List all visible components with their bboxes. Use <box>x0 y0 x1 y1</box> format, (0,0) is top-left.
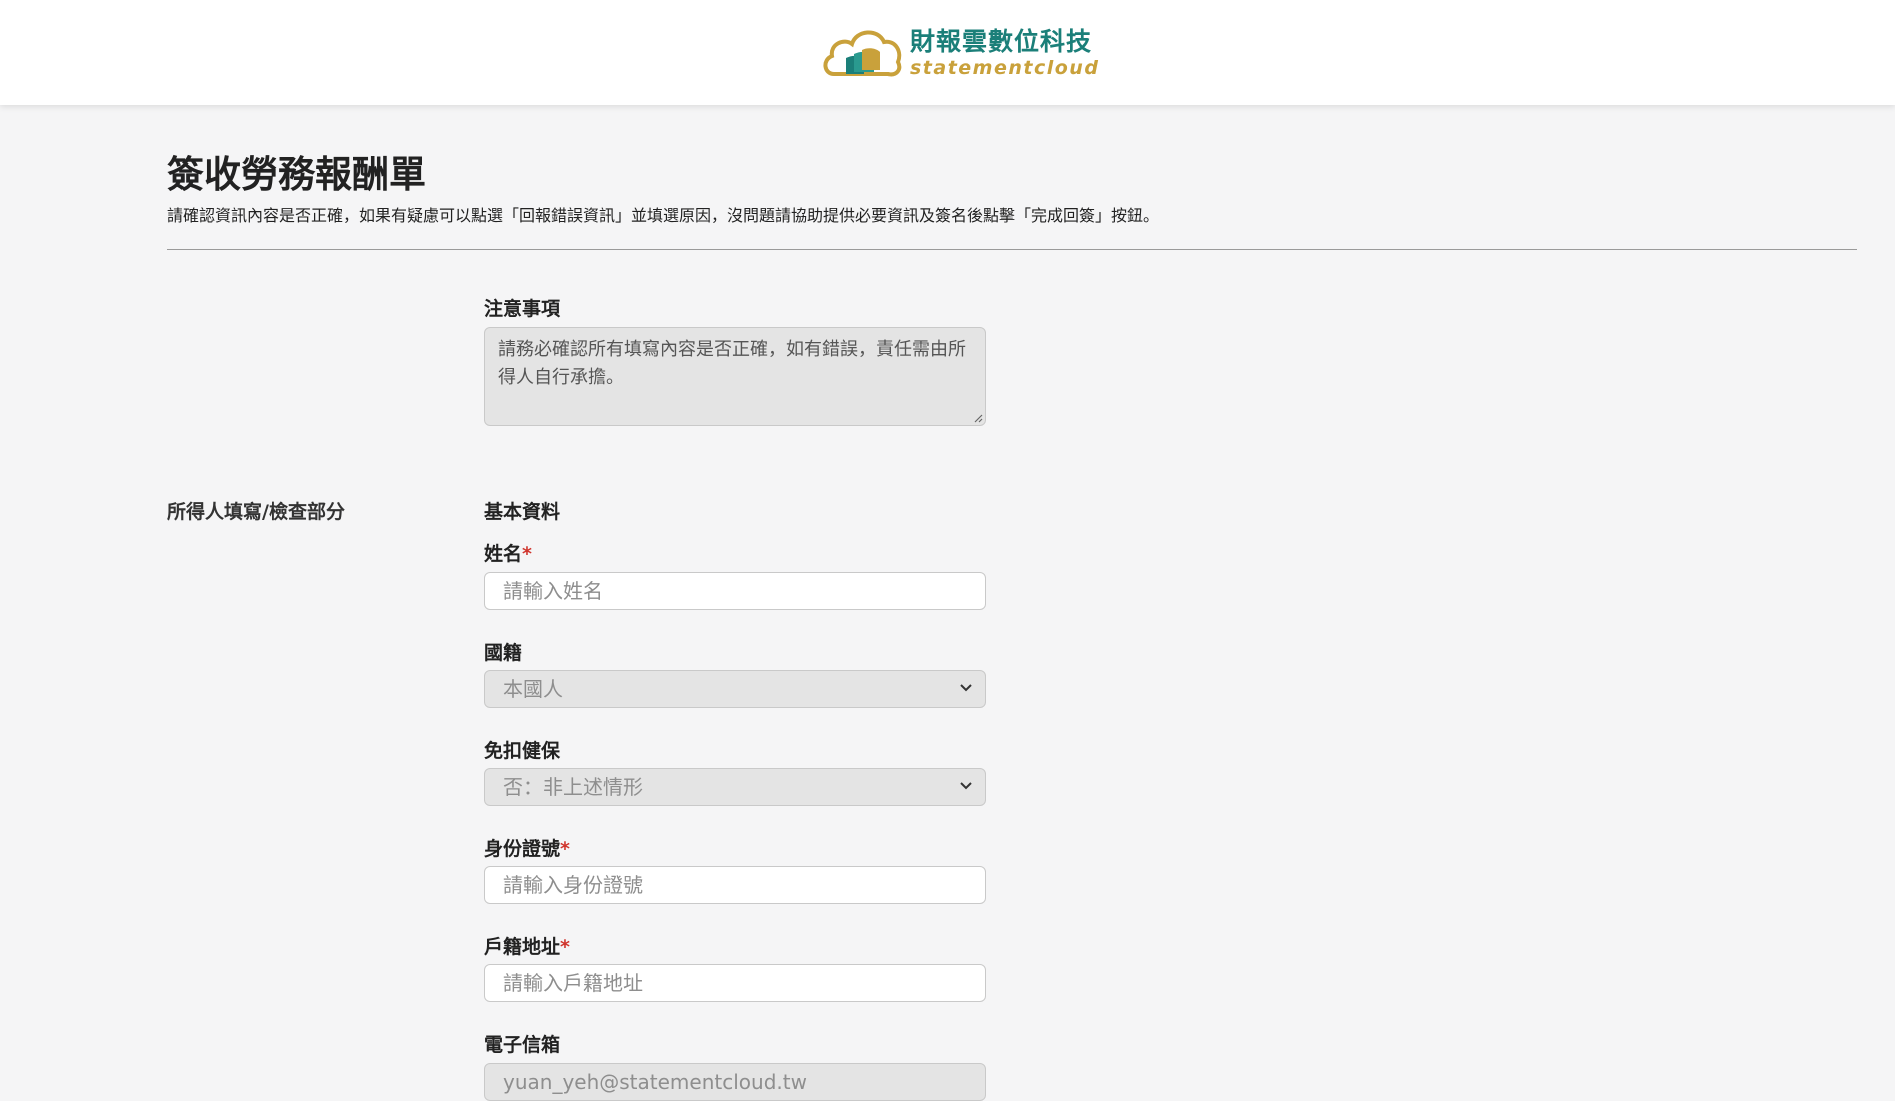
name-label-text: 姓名 <box>484 543 523 565</box>
address-placeholder: 請輸入戶籍地址 <box>503 971 643 995</box>
section-subtitle: 基本資料 <box>484 501 561 523</box>
name-input[interactable]: 請輸入姓名 <box>484 572 986 610</box>
cloud-logo-icon <box>823 30 902 77</box>
logo-wordmark: 財報雲數位科技 statementcloud <box>910 29 1099 78</box>
id-number-label: 身份證號* <box>484 834 570 861</box>
health-exempt-value: 否：非上述情形 <box>503 775 643 799</box>
site-header: 財報雲數位科技 statementcloud <box>0 0 1895 105</box>
health-exempt-select[interactable]: 否：非上述情形 <box>484 768 986 806</box>
address-label: 戶籍地址* <box>484 932 570 959</box>
required-mark: * <box>560 838 570 860</box>
id-number-input[interactable]: 請輸入身份證號 <box>484 866 986 904</box>
notice-label: 注意事項 <box>484 298 561 320</box>
required-mark: * <box>522 543 532 565</box>
nationality-label: 國籍 <box>484 642 523 664</box>
section-label: 所得人填寫/檢查部分 <box>167 501 345 523</box>
brand-logo[interactable]: 財報雲數位科技 statementcloud <box>820 22 1099 84</box>
chevron-down-icon <box>960 684 972 692</box>
logo-english-name: statementcloud <box>910 56 1100 79</box>
notice-text: 請務必確認所有填寫內容是否正確，如有錯誤，責任需由所得人自行承擔。 <box>498 339 966 388</box>
page-description: 請確認資訊內容是否正確，如果有疑慮可以點選「回報錯誤資訊」並填選原因，沒問題請協… <box>167 206 1160 225</box>
email-input[interactable]: yuan_yeh@statementcloud.tw <box>484 1063 986 1101</box>
name-label: 姓名* <box>484 539 532 566</box>
nationality-value: 本國人 <box>503 677 563 701</box>
title-divider <box>167 249 1857 250</box>
nationality-select[interactable]: 本國人 <box>484 670 986 708</box>
address-input[interactable]: 請輸入戶籍地址 <box>484 964 986 1002</box>
logo-chinese-name: 財報雲數位科技 <box>910 26 1093 56</box>
email-label: 電子信箱 <box>484 1034 561 1056</box>
id-number-label-text: 身份證號 <box>484 838 561 860</box>
address-label-text: 戶籍地址 <box>484 936 561 958</box>
resize-grip-icon[interactable] <box>973 413 983 423</box>
name-placeholder: 請輸入姓名 <box>503 579 603 603</box>
health-exempt-label: 免扣健保 <box>484 740 561 762</box>
id-number-placeholder: 請輸入身份證號 <box>503 873 643 897</box>
email-value: yuan_yeh@statementcloud.tw <box>503 1070 807 1094</box>
chevron-down-icon <box>960 782 972 790</box>
notice-textarea[interactable]: 請務必確認所有填寫內容是否正確，如有錯誤，責任需由所得人自行承擔。 <box>484 327 986 426</box>
required-mark: * <box>560 936 570 958</box>
page-title: 簽收勞務報酬單 <box>167 153 426 196</box>
